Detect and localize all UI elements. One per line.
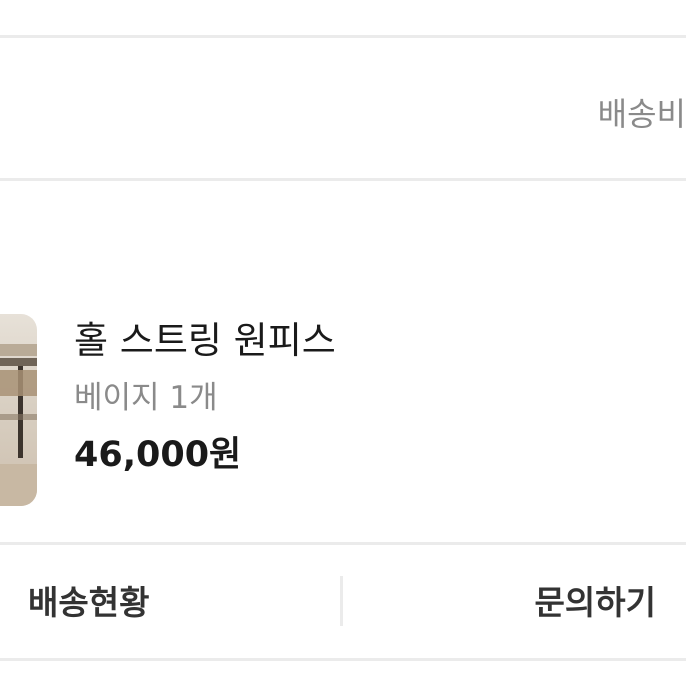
actions-top-divider (0, 542, 686, 545)
product-option: 베이지 1개 (74, 380, 218, 416)
product-name: 홀 스트링 원피스 (74, 319, 336, 362)
shipping-fee-label: 배송비 (597, 95, 686, 133)
shipping-status-button[interactable]: 배송현황 (28, 548, 149, 652)
actions-separator (340, 576, 343, 626)
bottom-divider (0, 658, 686, 661)
top-divider (0, 35, 686, 38)
product-thumbnail[interactable] (0, 314, 37, 506)
section-divider (0, 178, 686, 181)
product-price: 46,000원 (74, 435, 242, 475)
inquiry-button[interactable]: 문의하기 (535, 548, 656, 652)
product-photo-icon (0, 344, 37, 506)
